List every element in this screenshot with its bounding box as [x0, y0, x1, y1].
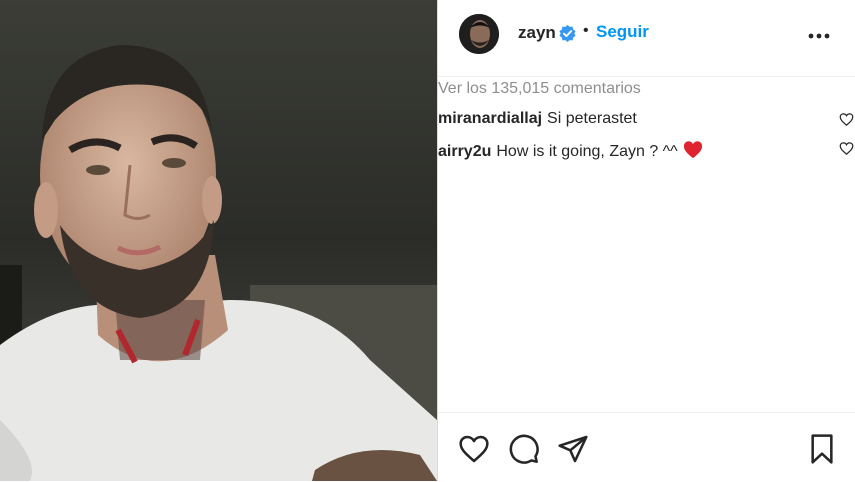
- action-bar: [438, 412, 855, 482]
- post-header: zayn • Seguir: [438, 0, 855, 77]
- paper-plane-icon[interactable]: [557, 433, 589, 465]
- comment-username[interactable]: miranardiallaj: [438, 110, 542, 127]
- like-comment-heart-icon[interactable]: [839, 112, 854, 127]
- red-heart-emoji-icon: [683, 141, 702, 159]
- follow-button[interactable]: Seguir: [596, 22, 649, 42]
- separator-dot: •: [583, 22, 589, 39]
- selfie-image: [0, 0, 437, 481]
- comment-item: airry2u How is it going, Zayn ? ^^: [438, 140, 704, 161]
- comment-text: How is it going, Zayn ? ^^: [496, 143, 678, 160]
- view-all-comments-link[interactable]: Ver los 135,015 comentarios: [438, 80, 641, 98]
- like-comment-heart-icon[interactable]: [839, 141, 854, 156]
- comment-username[interactable]: airry2u: [438, 143, 491, 160]
- comment-item: miranardiallaj Si peterastet: [438, 110, 637, 128]
- more-options-icon[interactable]: [808, 33, 830, 39]
- bookmark-icon[interactable]: [806, 433, 838, 465]
- username[interactable]: zayn: [518, 23, 556, 43]
- verified-badge-icon: [559, 25, 576, 42]
- comments-panel: zayn • Seguir Ver los 135,015 comentario…: [438, 0, 855, 481]
- avatar[interactable]: [459, 14, 499, 54]
- comment-text: Si peterastet: [547, 110, 637, 127]
- post-photo[interactable]: [0, 0, 437, 481]
- comment-icon[interactable]: [508, 433, 540, 465]
- heart-icon[interactable]: [458, 433, 490, 465]
